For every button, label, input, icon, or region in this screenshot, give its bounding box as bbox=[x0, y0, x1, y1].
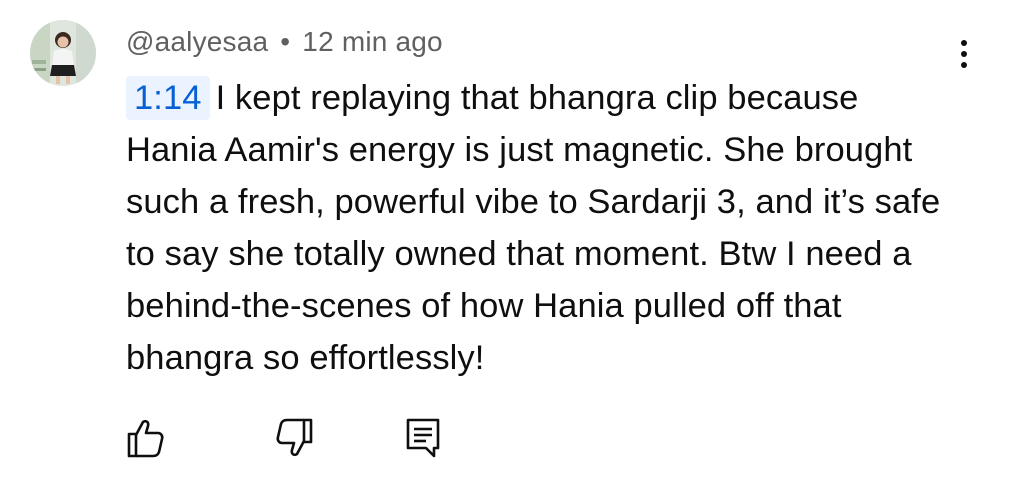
comment-actions bbox=[0, 414, 1024, 464]
kebab-dot bbox=[961, 40, 967, 46]
comment-text: 1:14 I kept replaying that bhangra clip b… bbox=[126, 72, 956, 384]
reply-button[interactable] bbox=[400, 414, 448, 462]
reply-comment-icon bbox=[406, 418, 440, 458]
thumbs-down-icon bbox=[276, 418, 313, 457]
timestamp-link[interactable]: 1:14 bbox=[126, 76, 210, 120]
meta-separator: • bbox=[280, 26, 291, 57]
kebab-dot bbox=[961, 51, 967, 57]
comment-time[interactable]: 12 min ago bbox=[302, 26, 443, 57]
like-button[interactable] bbox=[122, 414, 170, 462]
dislike-button[interactable] bbox=[270, 414, 318, 462]
avatar[interactable] bbox=[30, 20, 96, 86]
author-handle[interactable]: @aalyesaa bbox=[126, 26, 268, 57]
kebab-dot bbox=[961, 62, 967, 68]
kebab-menu-icon[interactable] bbox=[944, 34, 984, 74]
thumbs-up-icon bbox=[127, 419, 164, 458]
comment-meta: @aalyesaa • 12 min ago bbox=[126, 26, 443, 58]
comment-thread: @aalyesaa • 12 min ago 1:14 I kept replay… bbox=[0, 0, 1024, 498]
avatar-image bbox=[30, 20, 96, 86]
comment-body: I kept replaying that bhangra clip becau… bbox=[126, 79, 941, 377]
